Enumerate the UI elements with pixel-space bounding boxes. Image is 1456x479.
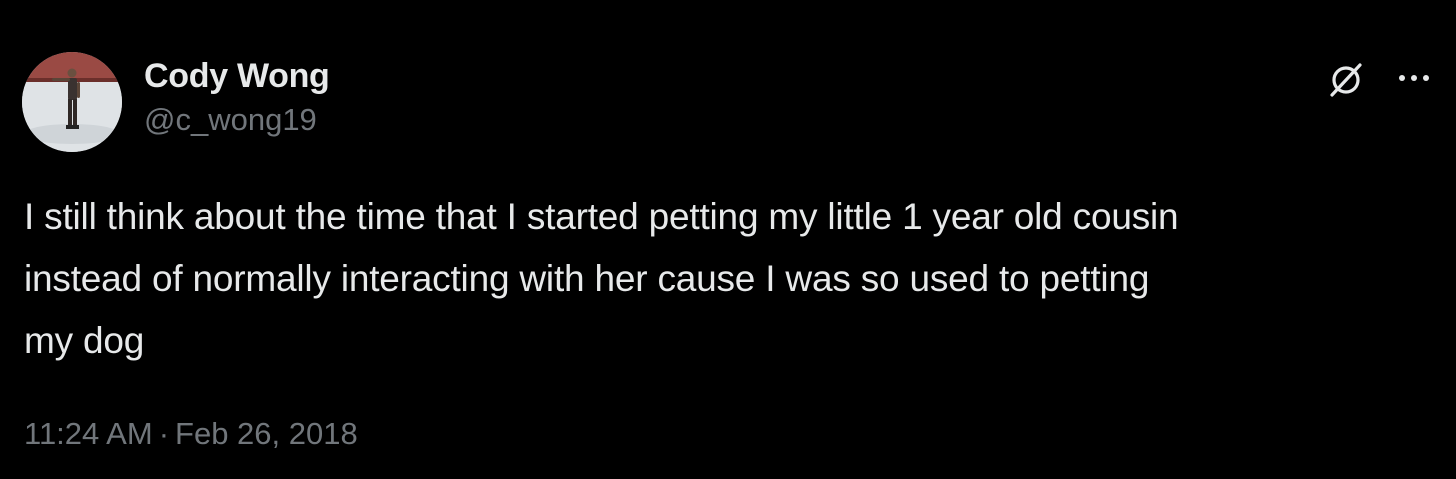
author-info: Cody Wong @c_wong19 (144, 56, 330, 140)
tweet-date[interactable]: Feb 26, 2018 (175, 416, 358, 451)
more-icon (1399, 75, 1429, 81)
tweet-time[interactable]: 11:24 AM (24, 416, 153, 451)
more-button[interactable] (1390, 56, 1438, 100)
handle[interactable]: @c_wong19 (144, 100, 330, 140)
meta-separator: · (158, 416, 170, 451)
avatar[interactable] (22, 52, 122, 152)
grok-button[interactable] (1322, 56, 1370, 104)
avatar-photo (22, 52, 122, 152)
display-name[interactable]: Cody Wong (144, 56, 330, 96)
tweet-meta: 11:24 AM · Feb 26, 2018 (24, 412, 358, 456)
tweet-card: Cody Wong @c_wong19 I still think about … (0, 0, 1456, 479)
tweet-text: I still think about the time that I star… (24, 196, 1179, 361)
grok-icon (1330, 63, 1362, 97)
